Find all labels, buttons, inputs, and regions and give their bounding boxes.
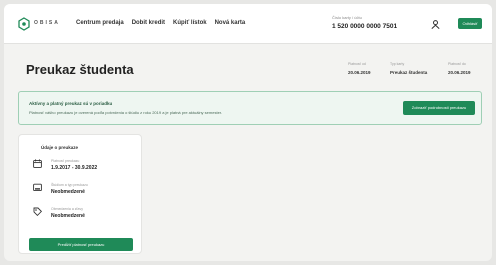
card-icon <box>33 183 42 192</box>
banner-text: Platnosť vášho preukazu je overená podľa… <box>29 110 223 115</box>
account-label: Číslo karty / účtu <box>332 15 362 20</box>
row-value: Neobmedzené <box>51 213 85 219</box>
row-label: Štúdium a typ preukazu <box>51 183 88 187</box>
page-title: Preukaz študenta <box>26 62 134 77</box>
account-number-value: 1 520 0000 0000 7501 <box>332 23 398 30</box>
logout-button[interactable]: Odhlásiť <box>458 18 482 29</box>
meta-label: Platnosť od <box>348 62 366 66</box>
status-banner: Aktívny a platný preukaz sú v poriadku P… <box>18 91 482 125</box>
discount-icon <box>33 207 42 216</box>
nav-item-3[interactable]: Kúpiť lístok <box>173 20 207 26</box>
app-window: OBISA Centrum predaja Dobit kredit Kúpiť… <box>4 4 492 261</box>
nav-item-1[interactable]: Centrum predaja <box>76 20 124 26</box>
row-value: Neobmedzené <box>51 189 85 195</box>
meta-label: Platnosť do <box>448 62 466 66</box>
row-value: 1.9.2017 - 30.9.2022 <box>51 165 98 171</box>
logo-icon[interactable] <box>18 17 30 31</box>
extend-validity-button[interactable]: Predĺžiť platnosť preukazu <box>29 238 133 251</box>
meta-valid-to: Platnosť do 20.06.2019 <box>448 62 471 75</box>
main-nav: Centrum predaja Dobit kredit Kúpiť lísto… <box>76 20 245 26</box>
calendar-icon <box>33 159 42 168</box>
row-label: Obmedzenia a zľavy <box>51 207 83 211</box>
meta-value: 20.06.2019 <box>448 70 471 75</box>
meta-value: 20.06.2019 <box>348 70 371 75</box>
meta-label: Typ karty <box>390 62 405 66</box>
nav-item-2[interactable]: Dobit kredit <box>132 20 165 26</box>
banner-title: Aktívny a platný preukaz sú v poriadku <box>29 101 113 106</box>
meta-card-type: Typ karty Preukaz študenta <box>390 62 427 75</box>
meta-valid-from: Platnosť od 20.06.2019 <box>348 62 371 75</box>
user-icon[interactable] <box>431 20 440 29</box>
brand-name: OBISA <box>34 20 60 26</box>
meta-value: Preukaz študenta <box>390 70 428 75</box>
account-number: Číslo karty / účtu 1 520 0000 0000 7501 <box>332 15 397 30</box>
nav-item-4[interactable]: Nová karta <box>215 20 246 26</box>
row-label: Platnosť preukazu <box>51 159 80 163</box>
card-details-panel: Údaje o preukaze Platnosť preukazu 1.9.2… <box>18 134 142 254</box>
top-navigation-bar: OBISA Centrum predaja Dobit kredit Kúpiť… <box>4 4 492 44</box>
card-title: Údaje o preukaze <box>41 145 79 150</box>
details-button[interactable]: Zobraziť podrobnosti preukazu <box>403 101 475 115</box>
